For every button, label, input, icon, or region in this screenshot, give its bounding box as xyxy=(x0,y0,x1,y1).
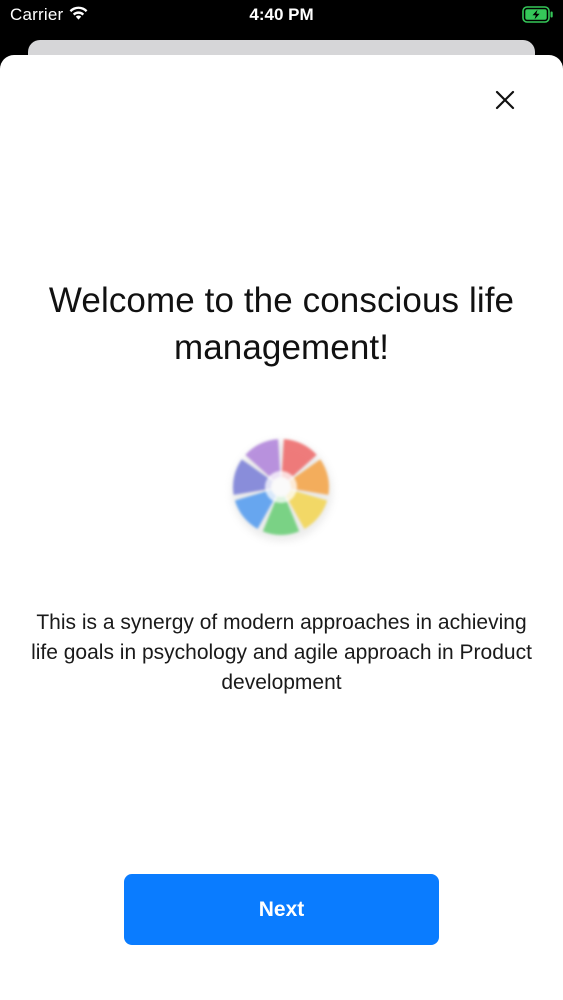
welcome-sheet: Welcome to the conscious life management… xyxy=(0,55,563,1000)
close-icon xyxy=(495,90,515,110)
app-screen: Carrier 4:40 PM Welcome to the conscious… xyxy=(0,0,563,1000)
close-button[interactable] xyxy=(489,84,521,116)
welcome-description: This is a synergy of modern approaches i… xyxy=(31,611,532,694)
next-button[interactable]: Next xyxy=(124,874,439,945)
status-bar: Carrier 4:40 PM xyxy=(0,0,563,32)
battery-charging-icon xyxy=(522,6,554,23)
welcome-title: Welcome to the conscious life management… xyxy=(48,281,515,367)
status-time: 4:40 PM xyxy=(249,5,314,24)
color-wheel-logo-icon xyxy=(221,427,341,547)
